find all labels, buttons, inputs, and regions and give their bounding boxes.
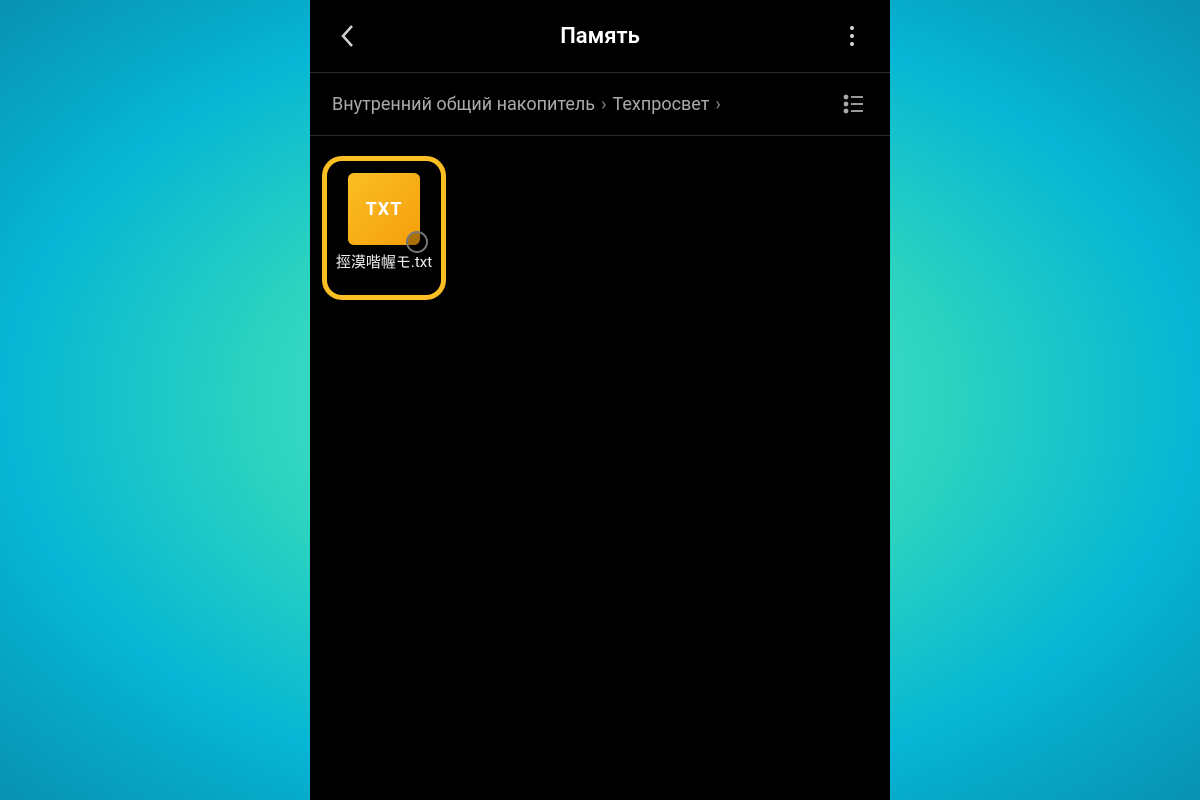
page-title: Память	[560, 24, 640, 49]
touch-indicator-icon	[406, 231, 428, 253]
file-name-label: 挳漠喈幄モ.txt	[332, 253, 436, 273]
file-item-txt[interactable]: TXT 挳漠喈幄モ.txt	[322, 156, 446, 300]
file-manager-screen: Память Внутренний общий накопитель › Тех…	[310, 0, 890, 800]
back-button[interactable]	[328, 16, 368, 56]
header-bar: Память	[310, 0, 890, 72]
view-toggle-button[interactable]	[840, 90, 868, 118]
breadcrumb: Внутренний общий накопитель › Техпросвет…	[332, 94, 721, 115]
list-view-icon	[843, 93, 865, 115]
chevron-right-icon: ›	[601, 94, 606, 115]
chevron-right-icon: ›	[715, 94, 720, 115]
file-grid: TXT 挳漠喈幄モ.txt	[310, 136, 890, 320]
dots-icon	[850, 26, 854, 30]
more-options-button[interactable]	[832, 16, 872, 56]
breadcrumb-item-root[interactable]: Внутренний общий накопитель	[332, 94, 595, 115]
chevron-left-icon	[339, 23, 357, 49]
breadcrumb-bar: Внутренний общий накопитель › Техпросвет…	[310, 73, 890, 135]
file-icon-label: TXT	[366, 199, 403, 220]
txt-file-icon: TXT	[348, 173, 420, 245]
breadcrumb-item-folder[interactable]: Техпросвет	[612, 94, 709, 115]
